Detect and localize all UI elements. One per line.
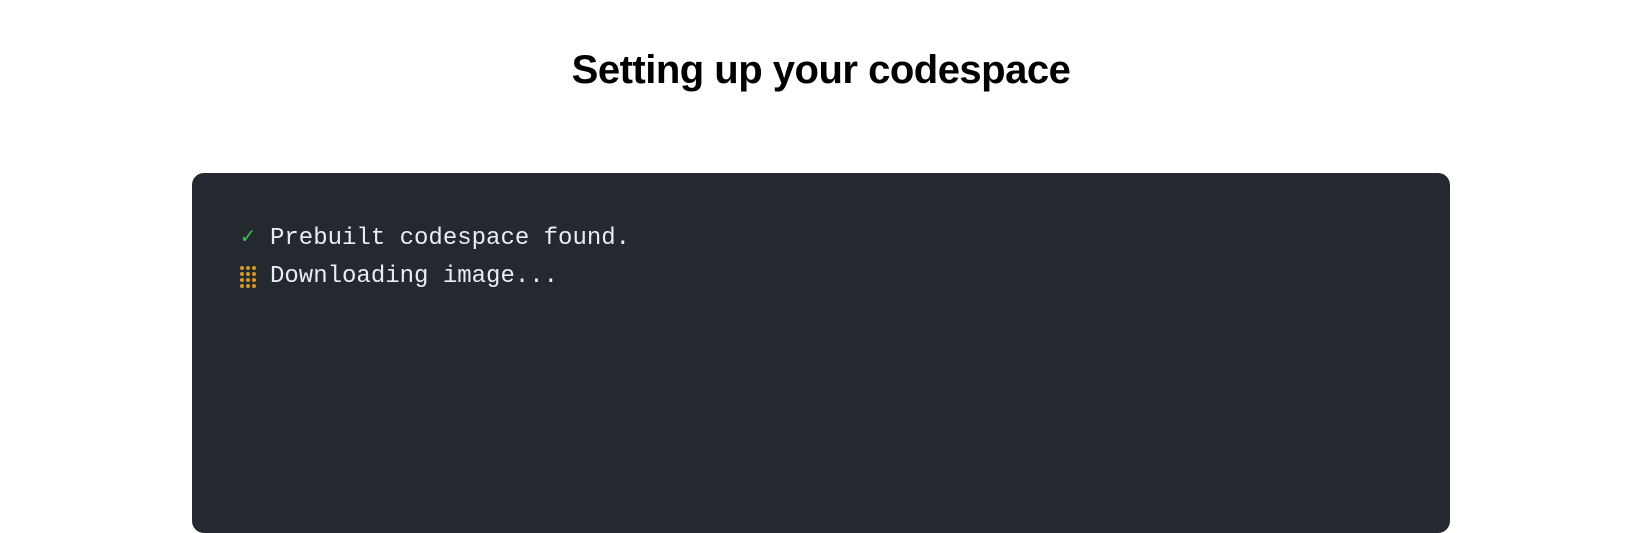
terminal-text: Downloading image...	[270, 259, 558, 295]
terminal-text: Prebuilt codespace found.	[270, 221, 630, 257]
terminal-output: ✓ Prebuilt codespace found.	[192, 173, 1450, 533]
terminal-line: Downloading image...	[236, 259, 1406, 295]
terminal-line: ✓ Prebuilt codespace found.	[236, 221, 1406, 257]
check-icon: ✓	[236, 229, 260, 249]
page-title: Setting up your codespace	[572, 48, 1071, 93]
loading-spinner-icon	[236, 266, 260, 288]
